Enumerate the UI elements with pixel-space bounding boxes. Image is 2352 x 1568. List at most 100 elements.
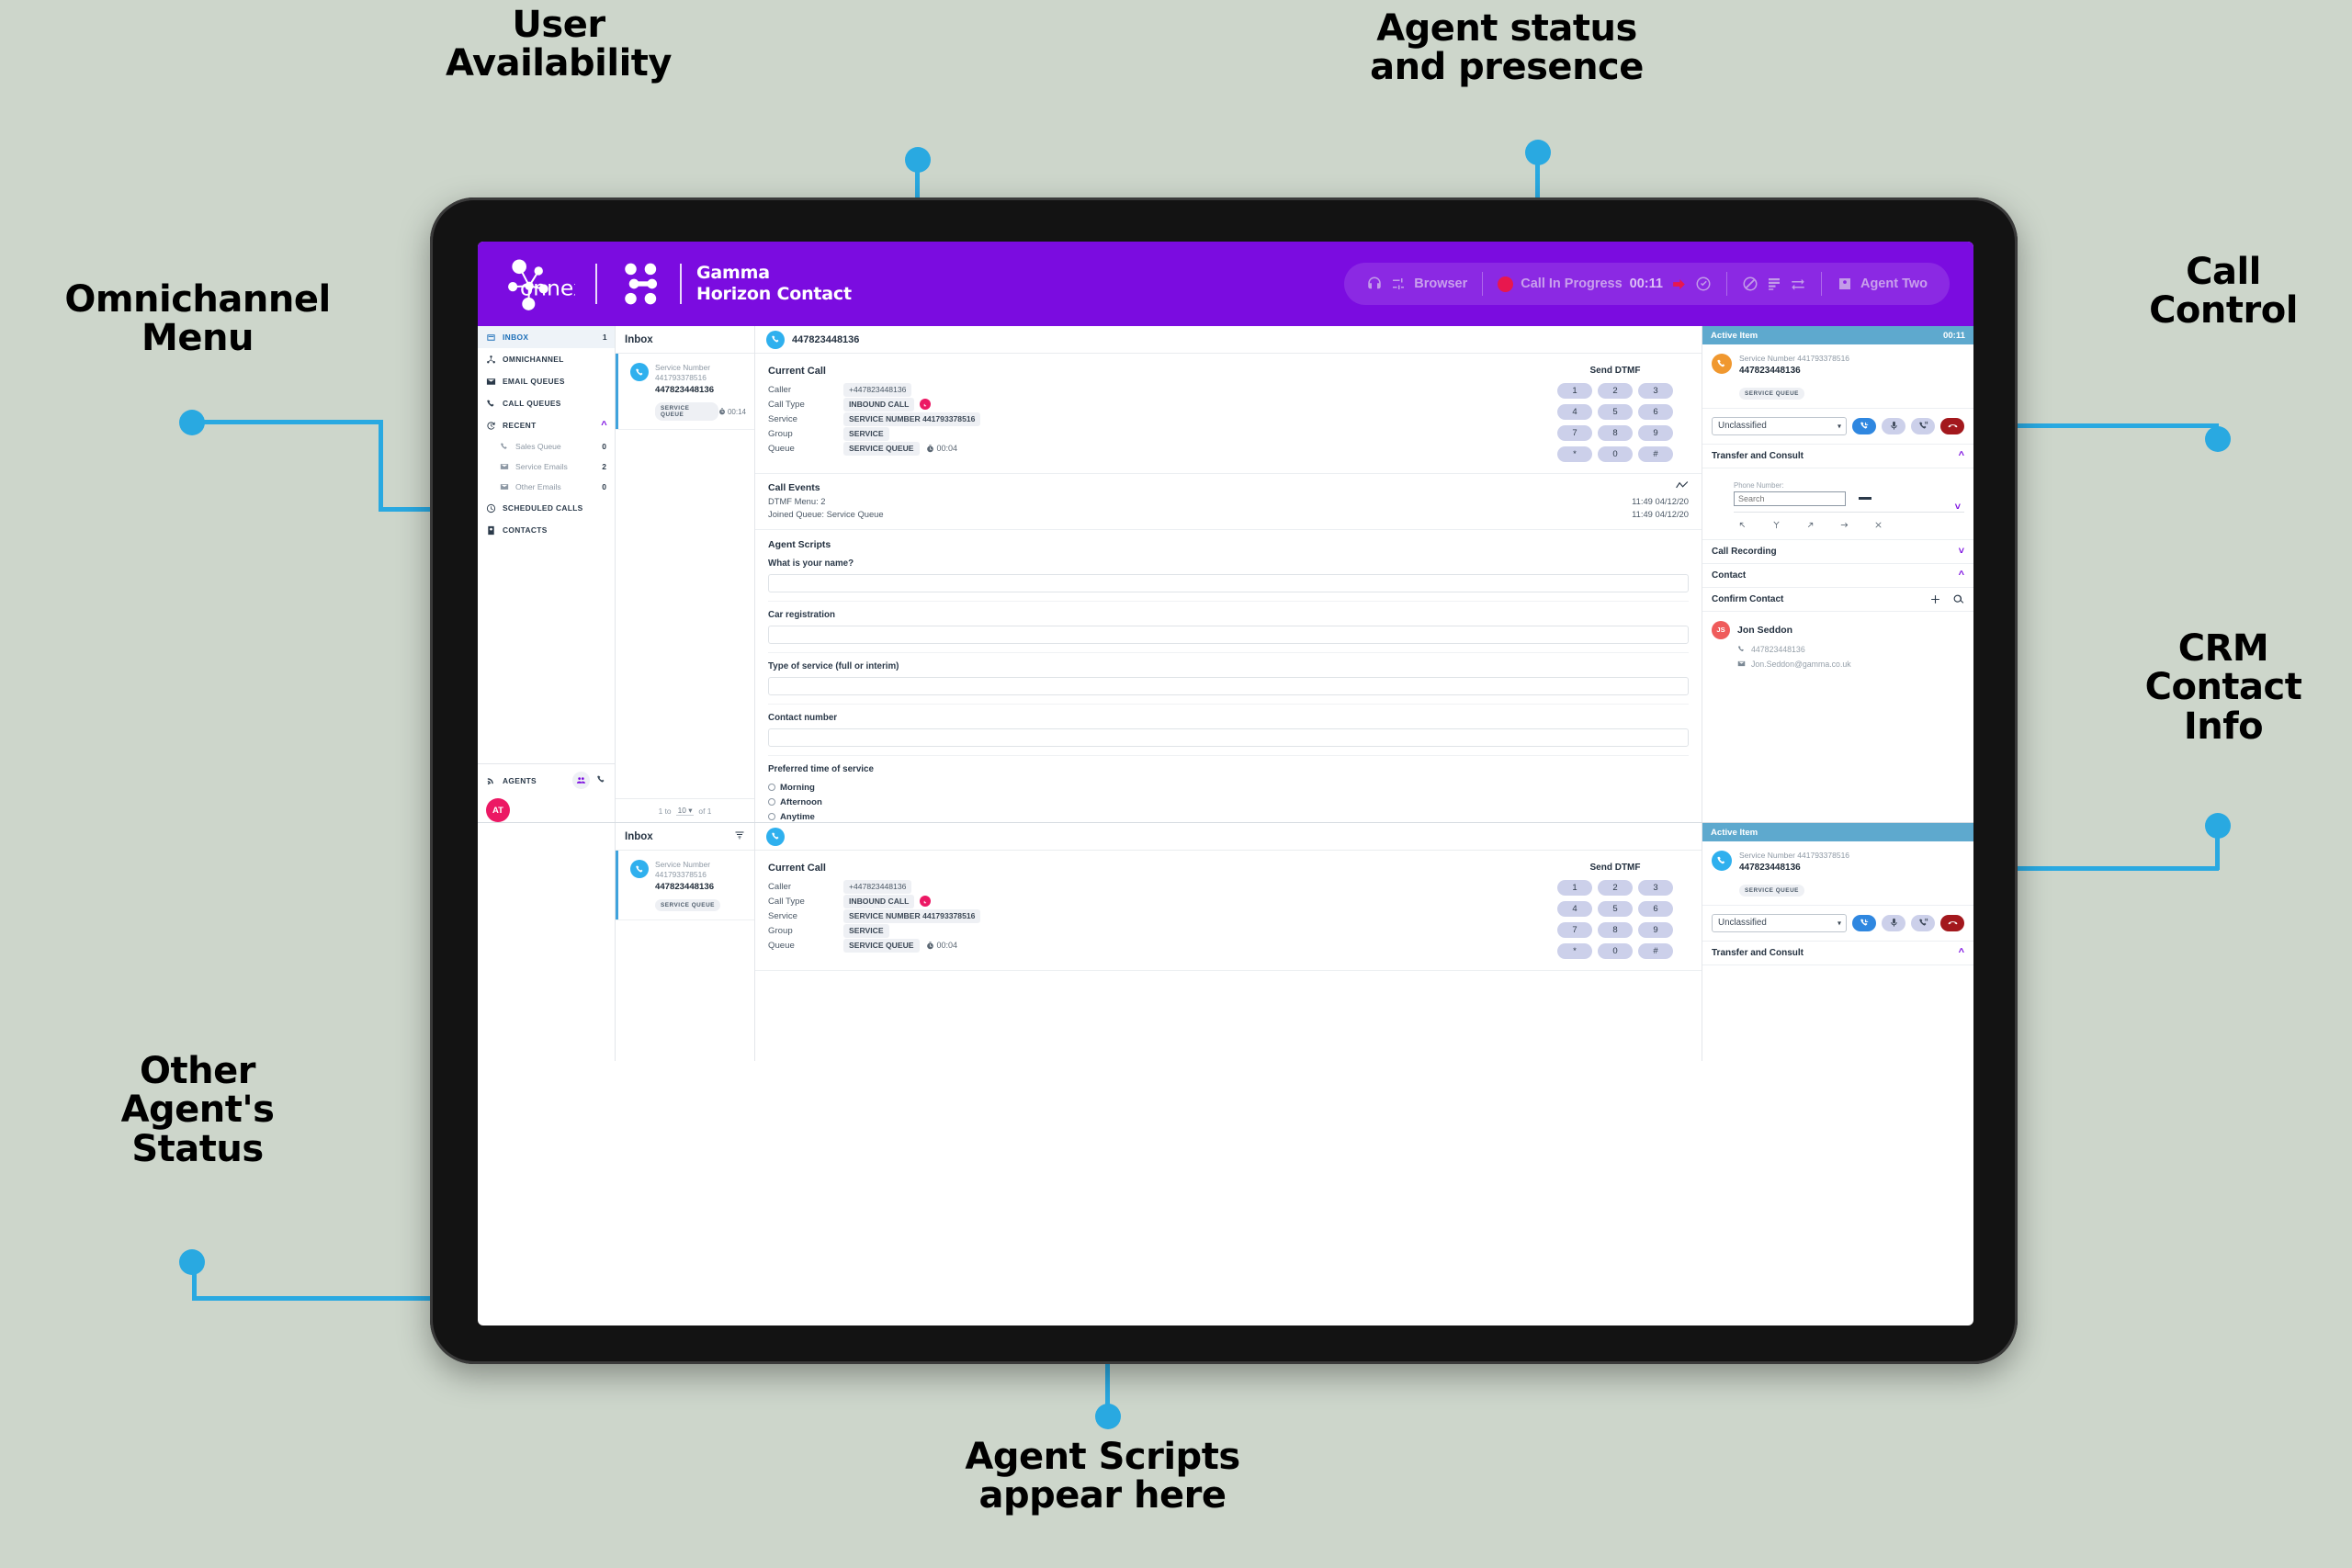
presence-status[interactable]: Call In Progress 00:11 — [1488, 276, 1721, 293]
arrow-up-left-icon[interactable] — [1737, 520, 1747, 530]
arrow-right-icon[interactable] — [1670, 276, 1688, 293]
dtmf-key[interactable]: 5 — [1598, 901, 1633, 917]
inbox-pagination[interactable]: 1 to 10 ▾ of 1 — [616, 798, 754, 822]
call-recording-header[interactable]: Call Recording ˅ — [1702, 540, 1973, 564]
dtmf-key[interactable]: * — [1557, 943, 1592, 959]
mute-button[interactable] — [1882, 417, 1905, 434]
answer-call-button[interactable] — [1852, 417, 1876, 434]
dtmf-key[interactable]: 1 — [1557, 383, 1592, 399]
dtmf-key[interactable]: 0 — [1598, 446, 1633, 462]
hangup-button[interactable] — [1940, 914, 1964, 931]
transfer-icon[interactable] — [1790, 276, 1806, 292]
transfer-search-input[interactable] — [1734, 491, 1846, 506]
secondary-inbox-list-item[interactable]: Service Number 441793378516 447823448136… — [616, 851, 754, 921]
contact-email-line[interactable]: Jon.Seddon@gamma.co.uk — [1712, 660, 1964, 669]
sidebar-item-inbox[interactable]: INBOX 1 — [478, 326, 615, 348]
dtmf-key[interactable]: # — [1638, 943, 1673, 959]
dtmf-key[interactable]: * — [1557, 446, 1592, 462]
chevron-up-icon[interactable]: ^ — [1959, 570, 1964, 581]
ban-circle-icon[interactable] — [1742, 276, 1758, 292]
merge-call-icon[interactable] — [1771, 520, 1781, 530]
sidebar-item-omnichannel[interactable]: OMNICHANNEL — [478, 348, 615, 370]
dtmf-key[interactable]: 6 — [1638, 901, 1673, 917]
agent-status-bar[interactable]: Browser Call In Progress 00:11 Agent Two — [1344, 263, 1950, 305]
agents-people-button[interactable] — [572, 772, 590, 789]
contact-phone-line[interactable]: 447823448136 — [1712, 645, 1964, 654]
agents-call-button[interactable] — [596, 774, 606, 787]
dtmf-key[interactable]: 3 — [1638, 880, 1673, 896]
classification-select-wrap[interactable]: Unclassified ▾ — [1712, 416, 1847, 435]
sidebar-item-contacts[interactable]: CONTACTS — [478, 519, 615, 541]
transfer-actions[interactable] — [1734, 513, 1964, 530]
dtmf-key[interactable]: 8 — [1598, 425, 1633, 441]
recent-collapse-chevron[interactable]: ^ — [601, 420, 607, 431]
minus-icon[interactable] — [1859, 497, 1871, 501]
radio-option-afternoon[interactable]: Afternoon — [768, 795, 1689, 809]
dtmf-key[interactable]: 6 — [1638, 404, 1673, 420]
contact-section-header[interactable]: Contact ^ — [1702, 564, 1973, 588]
contact-card[interactable]: JS Jon Seddon 447823448136 Jon.Seddon@ga… — [1702, 612, 1973, 680]
chevron-up-icon[interactable]: ^ — [1959, 450, 1964, 461]
chevron-up-icon[interactable]: ^ — [1959, 947, 1964, 958]
search-icon[interactable] — [1952, 593, 1964, 605]
sidebar-item-call-queues[interactable]: CALL QUEUES — [478, 392, 615, 414]
headset-status[interactable]: Browser — [1357, 276, 1476, 292]
plus-icon[interactable] — [1929, 593, 1941, 605]
dtmf-key[interactable]: 4 — [1557, 901, 1592, 917]
arrow-up-right-icon[interactable] — [1805, 520, 1815, 530]
sidebar-item-recent[interactable]: RECENT ^ — [478, 414, 615, 436]
dtmf-key[interactable]: 2 — [1598, 383, 1633, 399]
chevron-down-icon[interactable]: ˅ — [1959, 546, 1964, 557]
sidebar-item-service-emails[interactable]: Service Emails 2 — [478, 457, 615, 477]
pagination-page-size[interactable]: 10 ▾ — [675, 806, 695, 816]
script-service-type-input[interactable] — [768, 677, 1689, 696]
dtmf-key[interactable]: 0 — [1598, 943, 1633, 959]
inbox-list-item[interactable]: Service Number 441793378516 447823448136… — [616, 354, 754, 431]
keypad-icon[interactable] — [1766, 276, 1782, 292]
other-agent-avatar[interactable]: AT — [486, 798, 510, 822]
dtmf-key[interactable]: 5 — [1598, 404, 1633, 420]
script-car-registration-input[interactable] — [768, 626, 1689, 645]
dtmf-key[interactable]: 4 — [1557, 404, 1592, 420]
chevron-down-icon[interactable]: ˅ — [1955, 502, 1961, 513]
dtmf-key[interactable]: 3 — [1638, 383, 1673, 399]
dtmf-key[interactable]: 9 — [1638, 425, 1673, 441]
hold-button[interactable] — [1911, 417, 1935, 434]
agent-identity[interactable]: Agent Two — [1827, 276, 1937, 292]
agents-header[interactable]: AGENTS — [486, 772, 606, 789]
filter-icon[interactable] — [734, 829, 745, 843]
dtmf-keypad[interactable]: 1 2 3 4 5 6 7 8 9 * 0 # — [1542, 880, 1689, 959]
dtmf-key[interactable]: 9 — [1638, 922, 1673, 938]
script-contact-number-input[interactable] — [768, 728, 1689, 748]
close-icon[interactable] — [1873, 520, 1883, 530]
secondary-transfer-consult-header[interactable]: Transfer and Consult ^ — [1702, 942, 1973, 965]
transfer-consult-header[interactable]: Transfer and Consult ^ — [1702, 445, 1973, 468]
sparkline-icon[interactable] — [1676, 480, 1689, 490]
check-circle-icon[interactable] — [1695, 276, 1712, 292]
dtmf-key[interactable]: 8 — [1598, 922, 1633, 938]
sidebar-item-email-queues[interactable]: EMAIL QUEUES — [478, 370, 615, 392]
dtmf-key[interactable]: 2 — [1598, 880, 1633, 896]
dtmf-key[interactable]: # — [1638, 446, 1673, 462]
sidebar-count-sales-queue: 0 — [602, 442, 606, 451]
dtmf-key[interactable]: 7 — [1557, 922, 1592, 938]
classification-select[interactable]: Unclassified — [1712, 913, 1847, 932]
classification-select-wrap[interactable]: Unclassified ▾ — [1712, 913, 1847, 932]
dtmf-keypad[interactable]: 1 2 3 4 5 6 7 8 9 * 0 # — [1542, 383, 1689, 462]
sidebar-item-sales-queue[interactable]: Sales Queue 0 — [478, 436, 615, 457]
classification-select[interactable]: Unclassified — [1712, 416, 1847, 435]
status-tools[interactable] — [1733, 276, 1815, 292]
preferred-time-radio-group[interactable]: Morning Afternoon Anytime — [768, 780, 1689, 822]
hangup-button[interactable] — [1940, 417, 1964, 434]
sidebar-item-other-emails[interactable]: Other Emails 0 — [478, 477, 615, 497]
dtmf-key[interactable]: 7 — [1557, 425, 1592, 441]
radio-option-morning[interactable]: Morning — [768, 780, 1689, 795]
answer-call-button[interactable] — [1852, 914, 1876, 931]
hold-button[interactable] — [1911, 914, 1935, 931]
dtmf-key[interactable]: 1 — [1557, 880, 1592, 896]
script-name-input[interactable] — [768, 574, 1689, 593]
sidebar-item-scheduled-calls[interactable]: SCHEDULED CALLS — [478, 497, 615, 519]
mute-button[interactable] — [1882, 914, 1905, 931]
radio-option-anytime[interactable]: Anytime — [768, 809, 1689, 822]
arrow-right-icon[interactable] — [1839, 520, 1849, 530]
